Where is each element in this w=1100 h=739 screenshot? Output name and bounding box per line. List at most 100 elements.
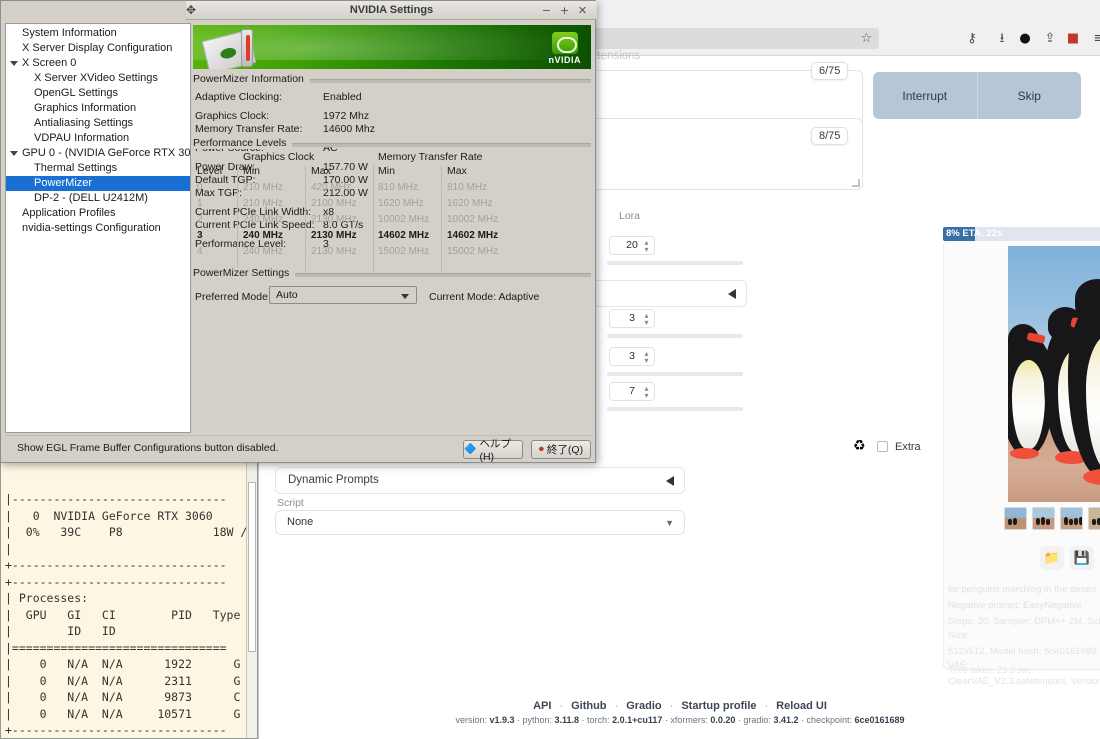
table-cell: 210 MHz	[243, 182, 284, 193]
minimize-button[interactable]: −	[540, 4, 553, 17]
prompt-token-counter: 6/75	[811, 62, 849, 80]
sidebar-item-vdpau-information[interactable]: VDPAU Information	[6, 131, 190, 146]
sidebar-item-graphics-information[interactable]: Graphics Information	[6, 101, 190, 116]
nvidia-settings-window[interactable]: ✥ NVIDIA Settings − + ✕ System Informati…	[0, 0, 597, 463]
thumbnail-subject	[1064, 517, 1068, 525]
close-button[interactable]: ✕	[576, 4, 589, 17]
table-group-header: Memory Transfer Rate	[378, 151, 483, 163]
thumbnail-strip[interactable]	[1004, 507, 1100, 531]
interrupt-button[interactable]: Interrupt	[873, 72, 977, 119]
download-icon[interactable]: ⭳	[994, 31, 1010, 47]
script-dropdown[interactable]: None ▼	[275, 510, 685, 535]
sidebar-item-thermal-settings[interactable]: Thermal Settings	[6, 161, 190, 176]
thumbnail-subject	[1036, 518, 1040, 525]
cfg-scale-slider[interactable]	[607, 407, 743, 411]
steps-input[interactable]: 20 ▴ ▾	[609, 236, 655, 255]
footer-separator: ·	[614, 700, 619, 712]
batch-count-slider[interactable]	[607, 334, 743, 338]
scrollbar-thumb[interactable]	[248, 482, 256, 652]
footer-link-api[interactable]: API	[529, 700, 555, 712]
batch-size-slider[interactable]	[607, 372, 743, 376]
resize-grip[interactable]	[852, 179, 860, 187]
chevron-down-icon[interactable]	[10, 61, 18, 66]
footer-link-github[interactable]: Github	[567, 700, 610, 712]
generated-image[interactable]	[1008, 246, 1100, 502]
version-value: 2.0.1+cu117	[612, 715, 663, 725]
preferred-mode-value: Auto	[276, 289, 298, 301]
terminal-line: | GPU GI CI PID Type Proce	[5, 607, 257, 622]
sidebar-item-gpu-0-nvidia-geforce-rtx-3060[interactable]: GPU 0 - (NVIDIA GeForce RTX 3060)	[6, 146, 190, 161]
sidebar-item-application-profiles[interactable]: Application Profiles	[6, 206, 190, 221]
batch-size-input[interactable]: 3 ▴ ▾	[609, 347, 655, 366]
stepper-icon[interactable]: ▴ ▾	[642, 385, 651, 400]
terminal-line: | Processes:	[5, 591, 89, 605]
sidebar-item-label: X Server Display Configuration	[22, 42, 173, 54]
sidebar-item-powermizer[interactable]: PowerMizer	[6, 176, 190, 191]
menu-icon[interactable]: ≡	[1091, 31, 1100, 47]
sidebar-item-x-screen-0[interactable]: X Screen 0	[6, 56, 190, 71]
container-icon[interactable]: ●	[1017, 31, 1033, 47]
shield-icon[interactable]: ⚷	[964, 31, 980, 47]
info-value: Enabled	[323, 91, 362, 103]
help-icon: 🔷	[464, 444, 477, 455]
table-column-header: Max	[447, 165, 467, 177]
window-titlebar[interactable]: ✥ NVIDIA Settings − + ✕	[186, 1, 597, 20]
table-divider	[305, 165, 306, 273]
skip-button[interactable]: Skip	[976, 72, 1081, 119]
footer-link-gradio[interactable]: Gradio	[622, 700, 665, 712]
steps-slider[interactable]	[607, 261, 743, 265]
bookmark-star-icon[interactable]: ☆	[859, 31, 874, 46]
stepper-icon[interactable]: ▴ ▾	[642, 312, 651, 327]
thumbnail-item[interactable]	[1060, 507, 1083, 530]
nvidia-eye-icon	[551, 32, 578, 54]
footer-link-startup-profile[interactable]: Startup profile	[677, 700, 760, 712]
sidebar-item-label: Antialiasing Settings	[34, 117, 134, 129]
quit-button-label: 終了(Q)	[546, 444, 584, 456]
sidebar-item-opengl-settings[interactable]: OpenGL Settings	[6, 86, 190, 101]
sidebar-item-antialiasing-settings[interactable]: Antialiasing Settings	[6, 116, 190, 131]
sidebar-item-nvidia-settings-configuration[interactable]: nvidia-settings Configuration	[6, 221, 190, 236]
info-key: Memory Transfer Rate:	[195, 123, 303, 135]
thumbnail-item[interactable]	[1088, 507, 1100, 530]
penguin-figure	[1068, 278, 1100, 486]
status-text: Show EGL Frame Buffer Configurations but…	[17, 442, 279, 454]
accordion-hires[interactable]	[591, 280, 747, 307]
nvidia-settings-tree[interactable]: System Information X Server Display Confi…	[5, 23, 191, 433]
terminal-window[interactable]: |------------------------------- | 0 NVID…	[0, 455, 258, 739]
cfg-scale-input[interactable]: 7 ▴ ▾	[609, 382, 655, 401]
thumbnail-item[interactable]	[1032, 507, 1055, 530]
recycle-icon[interactable]: ♻	[853, 438, 866, 454]
sidebar-item-label: Graphics Information	[34, 102, 137, 114]
sidebar-item-system-information[interactable]: System Information	[6, 26, 190, 41]
preferred-mode-dropdown[interactable]: Auto	[269, 286, 417, 304]
footer-link-reload-ui[interactable]: Reload UI	[772, 700, 831, 712]
save-icon[interactable]: 💾	[1070, 546, 1094, 570]
quit-button[interactable]: ⏺ 終了(Q)	[531, 440, 591, 459]
stepper-icon[interactable]: ▴ ▾	[642, 350, 651, 365]
help-button[interactable]: 🔷 ヘルプ(H)	[463, 438, 523, 463]
terminal-output: |------------------------------- | 0 NVID…	[3, 491, 257, 738]
sidebar-item-x-server-xvideo-settings[interactable]: X Server XVideo Settings	[6, 71, 190, 86]
footer-links[interactable]: API · Github · Gradio · Startup profile · Reload…	[259, 700, 1100, 712]
table-cell: 1620 MHz	[378, 198, 424, 209]
info-value: 14600 Mhz	[323, 123, 375, 135]
stepper-icon[interactable]: ▴ ▾	[642, 239, 651, 254]
maximize-button[interactable]: +	[558, 4, 571, 17]
sidebar-item-label: nvidia-settings Configuration	[22, 222, 161, 234]
chevron-down-icon[interactable]	[10, 151, 18, 156]
sidebar-item-dp-2-dell-u2412m[interactable]: DP-2 - (DELL U2412M)	[6, 191, 190, 206]
geninfo-prompt: fat penguins marching in the desert	[948, 584, 1097, 595]
extra-checkbox[interactable]	[877, 441, 888, 452]
terminal-scrollbar[interactable]	[246, 456, 257, 738]
sidebar-item-label: X Server XVideo Settings	[34, 72, 158, 84]
accordion-label: Dynamic Prompts	[288, 474, 379, 486]
adblock-icon[interactable]: ■	[1065, 31, 1081, 47]
geninfo-params-3: ClearVAE_V2.3.safetensors, Version: v1.9…	[948, 676, 1100, 687]
accordion-dynamic-prompts[interactable]: Dynamic Prompts	[275, 467, 685, 494]
batch-count-input[interactable]: 3 ▴ ▾	[609, 309, 655, 328]
sidebar-item-x-server-display-configuration[interactable]: X Server Display Configuration	[6, 41, 190, 56]
thumbnail-item[interactable]	[1004, 507, 1027, 530]
folder-icon[interactable]: 📁	[1040, 546, 1064, 570]
table-cell: 15002 MHz	[447, 246, 499, 257]
share-icon[interactable]: ⇪	[1042, 31, 1058, 47]
